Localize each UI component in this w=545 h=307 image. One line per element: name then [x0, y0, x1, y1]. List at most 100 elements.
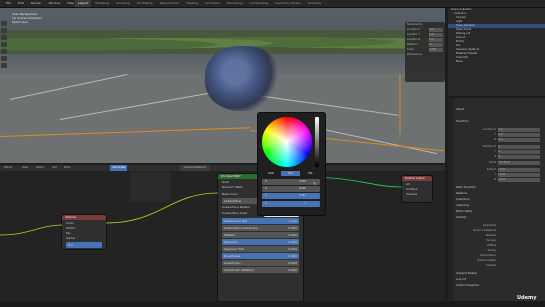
section-instancing[interactable]: Instancing: [456, 204, 469, 207]
section-viewport-display[interactable]: Viewport Display: [456, 272, 477, 275]
n-panel-row[interactable]: Location Y 0 m: [407, 33, 443, 37]
prop-label: Y: [494, 173, 496, 176]
visibility-checkbox[interactable]: Show in Viewports: [456, 229, 541, 233]
prop-value[interactable]: 1.000: [498, 173, 540, 177]
select-tool-icon[interactable]: [1, 21, 7, 26]
prop-value[interactable]: 0 m: [498, 128, 540, 132]
visibility-checkbox[interactable]: Selectable: [456, 224, 541, 228]
hue-field[interactable]: H 0.000: [262, 179, 320, 185]
field-value: 0.000: [298, 187, 306, 190]
outliner-item[interactable]: Plane: [448, 60, 545, 64]
n-panel-row[interactable]: Location Z 0 m: [407, 38, 443, 42]
section-collections[interactable]: Collections: [456, 198, 470, 201]
workspace-tab-scripting[interactable]: Scripting: [305, 0, 324, 7]
menu-render[interactable]: Render: [31, 0, 42, 7]
field-label: A: [265, 202, 267, 205]
prop-value[interactable]: 1.000: [498, 168, 540, 172]
visibility-checkbox[interactable]: Diffuse: [456, 244, 541, 248]
visibility-checkbox[interactable]: Renders: [456, 234, 541, 238]
visibility-checkbox[interactable]: Volume Scatter: [456, 259, 541, 263]
gaussian-splat-object[interactable]: [205, 46, 280, 111]
n-panel-row[interactable]: Location X 0 m: [407, 28, 443, 32]
n-panel-label: Location Z: [407, 38, 421, 41]
n-panel-value[interactable]: 0°: [429, 43, 443, 47]
prop-label: Camera: [486, 239, 496, 242]
n-panel-value[interactable]: 0 m: [429, 33, 443, 37]
workspace-tab-layout[interactable]: Layout: [75, 0, 92, 7]
n-panel-row[interactable]: Show Gizmo: [407, 23, 443, 27]
section-delta-transform[interactable]: Delta Transform: [456, 186, 476, 189]
prop-row[interactable]: Z 1.000: [456, 178, 541, 182]
prop-row[interactable]: Y 1.000: [456, 173, 541, 177]
n-panel-row[interactable]: Dimensions: [407, 53, 443, 57]
menu-file[interactable]: File: [6, 0, 11, 7]
properties-tab-column[interactable]: [448, 98, 454, 307]
tab-rgb[interactable]: RGB: [262, 171, 280, 176]
rotate-tool-icon[interactable]: [1, 42, 7, 47]
prop-row[interactable]: Scale X 1.000: [456, 168, 541, 172]
section-custom-properties[interactable]: Custom Properties: [456, 284, 479, 287]
prop-label: Shadow: [486, 264, 496, 267]
prop-value[interactable]: 0°: [498, 150, 540, 154]
prop-row[interactable]: Z0 m: [456, 138, 541, 142]
section-visibility[interactable]: Visibility: [456, 216, 466, 219]
value-field[interactable]: V 0.151: [262, 193, 320, 199]
workspace-tab-shading[interactable]: Shading: [183, 0, 201, 7]
prop-value[interactable]: 0°: [498, 145, 540, 149]
workspace-tab-rendering[interactable]: Rendering: [224, 0, 245, 7]
prop-row[interactable]: Y0 m: [456, 133, 541, 137]
prop-value[interactable]: XYZ Euler: [498, 161, 540, 165]
workspace-tab-compositing[interactable]: Compositing: [247, 0, 272, 7]
workspace-tab-uv-editing[interactable]: UV Editing: [134, 0, 156, 7]
eyedropper-icon[interactable]: ✎: [313, 181, 318, 186]
cursor-tool-icon[interactable]: [1, 28, 7, 33]
alpha-field[interactable]: A1: [262, 201, 320, 207]
visibility-checkbox[interactable]: Camera: [456, 239, 541, 243]
visibility-checkbox[interactable]: Transmission: [456, 254, 541, 258]
transform-tool-icon[interactable]: [1, 56, 7, 61]
prop-label: Y: [494, 150, 496, 153]
saturation-field[interactable]: S 0.000: [262, 186, 320, 192]
prop-row[interactable]: Y 0°: [456, 150, 541, 154]
section-transform[interactable]: Transform: [456, 120, 468, 123]
prop-row[interactable]: Rotation X 0°: [456, 145, 541, 149]
workspace-tab-animation[interactable]: Animation: [202, 0, 223, 7]
section-relations[interactable]: Relations: [456, 192, 467, 195]
prop-value[interactable]: 0°: [498, 155, 540, 159]
prop-label: Location X: [482, 128, 496, 131]
n-panel-value[interactable]: 1.000: [429, 48, 443, 52]
prop-label: Glossy: [487, 249, 496, 252]
section-object[interactable]: Object: [456, 108, 464, 111]
menu-edit[interactable]: Edit: [18, 0, 24, 7]
workspace-tab-geometry-nodes[interactable]: Geometry Nodes: [272, 0, 303, 7]
n-panel-value[interactable]: 0 m: [429, 28, 443, 32]
section-motion-paths[interactable]: Motion Paths: [456, 210, 472, 213]
top-menu-bar: File Edit Render Window Help Layout Mode…: [0, 0, 545, 8]
workspace-tab-texture-paint[interactable]: Texture Paint: [156, 0, 181, 7]
visibility-checkbox[interactable]: Glossy: [456, 249, 541, 253]
prop-value[interactable]: 1.000: [498, 178, 540, 182]
n-panel-row[interactable]: Rotation 0°: [407, 43, 443, 47]
3d-viewport[interactable]: User Perspective (1) Scene Collection Sp…: [0, 8, 445, 163]
workspace-tab-modeling[interactable]: Modeling: [92, 0, 112, 7]
prop-value[interactable]: 0 m: [498, 133, 540, 137]
prop-row[interactable]: Mode XYZ Euler: [456, 161, 541, 165]
prop-row[interactable]: Location X0 m: [456, 128, 541, 132]
tab-hsl[interactable]: HSL: [301, 171, 320, 176]
annotate-tool-icon[interactable]: [1, 63, 7, 68]
hue-saturation-wheel[interactable]: [262, 117, 312, 167]
tab-hsv[interactable]: HSV: [281, 171, 300, 176]
n-panel-value[interactable]: 0 m: [429, 38, 443, 42]
move-tool-icon[interactable]: [1, 35, 7, 40]
prop-row[interactable]: Z 0°: [456, 155, 541, 159]
workspace-tab-sculpting[interactable]: Sculpting: [113, 0, 133, 7]
n-panel-row[interactable]: Scale 1.000: [407, 48, 443, 52]
section-line-art[interactable]: Line Art: [456, 278, 466, 281]
prop-value[interactable]: 0 m: [498, 138, 540, 142]
value-slider[interactable]: [315, 117, 319, 167]
visibility-checkbox[interactable]: Shadow: [456, 264, 541, 268]
scale-tool-icon[interactable]: [1, 49, 7, 54]
udemy-watermark: Udemy: [517, 295, 537, 301]
menu-window[interactable]: Window: [48, 0, 60, 7]
menu-help[interactable]: Help: [67, 0, 74, 7]
